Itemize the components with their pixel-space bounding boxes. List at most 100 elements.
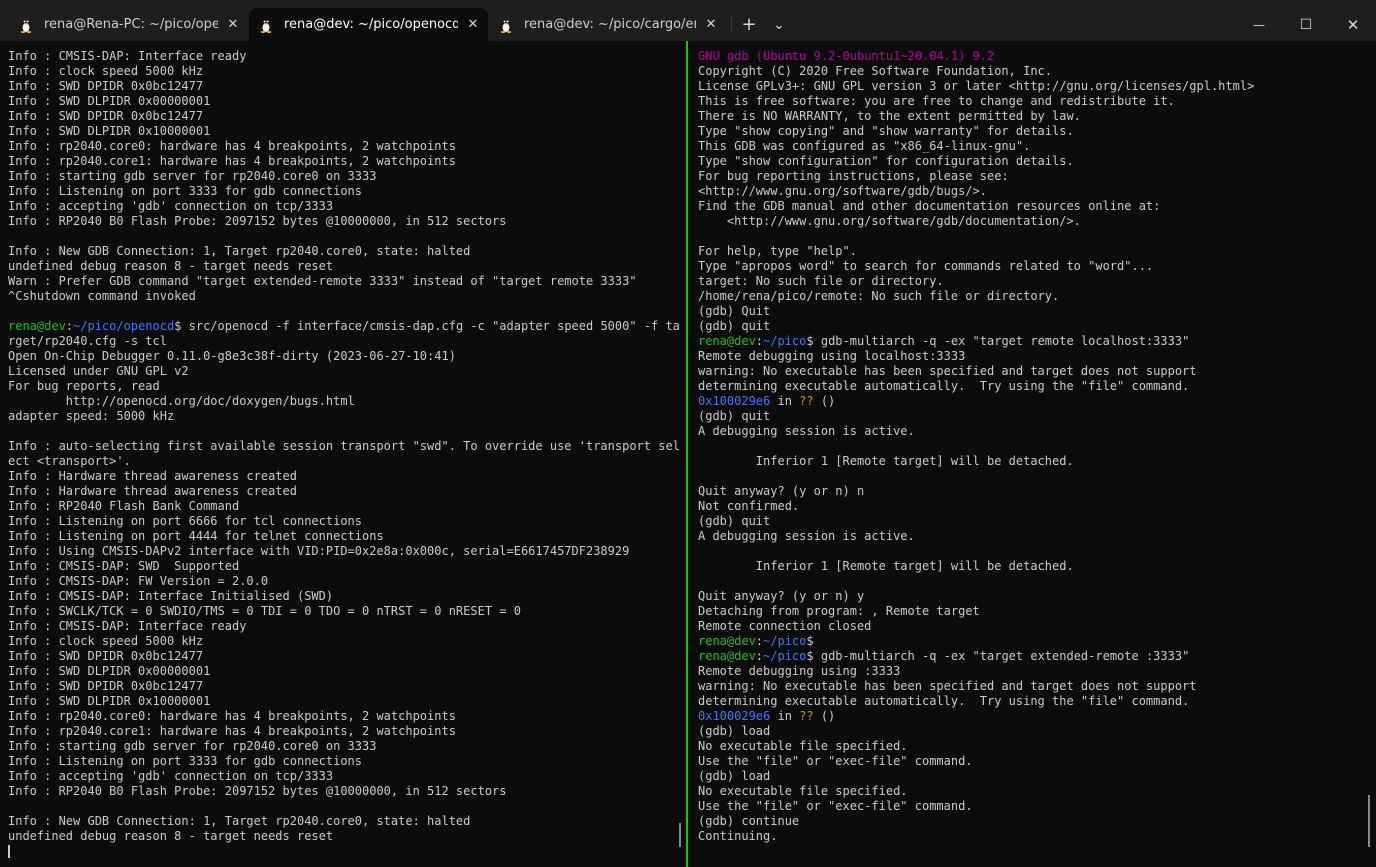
terminal-text: ?? [799, 709, 814, 723]
terminal-line: /home/rena/pico/remote: No such file or … [698, 289, 1376, 304]
terminal-line: Info : SWD DPIDR 0x0bc12477 [8, 109, 684, 124]
terminal-pane-gdb[interactable]: GNU gdb (Ubuntu 9.2-0ubuntu1~20.04.1) 9.… [690, 41, 1376, 867]
minimize-button[interactable]: — [1236, 8, 1282, 41]
terminal-line: Find the GDB manual and other documentat… [698, 199, 1376, 214]
terminal-line: 0x100029e6 in ?? () [698, 394, 1376, 409]
terminal-line: Open On-Chip Debugger 0.11.0-g8e3c38f-di… [8, 349, 684, 364]
terminal-text: ^Cshutdown command invoked [8, 289, 196, 303]
terminal-text: Info : Listening on port 4444 for telnet… [8, 529, 384, 543]
terminal-line: Info : accepting 'gdb' connection on tcp… [8, 199, 684, 214]
terminal-text: (gdb) load [698, 769, 771, 783]
terminal-text: This is free software: you are free to c… [698, 94, 1175, 108]
terminal-text: Open On-Chip Debugger 0.11.0-g8e3c38f-di… [8, 349, 456, 363]
terminal-text: Info : rp2040.core1: hardware has 4 brea… [8, 154, 456, 168]
terminal-text: rget/rp2040.cfg -s tcl [8, 334, 167, 348]
terminal-text: () [813, 709, 836, 723]
terminal-text: rena@dev [698, 649, 756, 663]
terminal-text: Info : CMSIS-DAP: SWD Supported [8, 559, 240, 573]
terminal-text: ?? [799, 394, 814, 408]
terminal-line: 0x100029e6 in ?? () [698, 709, 1376, 724]
terminal-line: Info : SWD DLPIDR 0x00000001 [8, 664, 684, 679]
terminal-line: Inferior 1 [Remote target] will be detac… [698, 454, 1376, 469]
terminal-line: Info : rp2040.core1: hardware has 4 brea… [8, 154, 684, 169]
terminal-line: Info : SWD DLPIDR 0x10000001 [8, 694, 684, 709]
terminal-line: Info : starting gdb server for rp2040.co… [8, 169, 684, 184]
close-window-button[interactable]: ✕ [1330, 8, 1376, 41]
terminal-text: A debugging session is active. [698, 424, 915, 438]
tab-dev-openocd[interactable]: rena@dev: ~/pico/openocd ✕ [249, 8, 488, 41]
terminal-text: in [770, 394, 800, 408]
terminal-line: Info : Listening on port 3333 for gdb co… [8, 754, 684, 769]
terminal-text: Info : SWD DPIDR 0x0bc12477 [8, 679, 204, 693]
terminal-text: undefined debug reason 8 - target needs … [8, 829, 334, 843]
terminal-text: $ gdb-multiarch -q -ex "target extended-… [806, 649, 1190, 663]
terminal-line: Type "apropos word" to search for comman… [698, 259, 1376, 274]
tab-title: rena@Rena-PC: ~/pico/openocd [44, 17, 218, 32]
terminal-pane-openocd[interactable]: Info : CMSIS-DAP: Interface ready Info : … [0, 41, 684, 867]
terminal-text: There is NO WARRANTY, to the extent perm… [698, 109, 1081, 123]
maximize-button[interactable]: ☐ [1283, 8, 1329, 41]
terminal-line: Info : RP2040 Flash Bank Command [8, 499, 684, 514]
terminal-text: ~/pico [763, 634, 807, 648]
terminal-text: Info : New GDB Connection: 1, Target rp2… [8, 814, 471, 828]
terminal-line: This is free software: you are free to c… [698, 94, 1376, 109]
terminal-line: Info : Using CMSIS-DAPv2 interface with … [8, 544, 684, 559]
close-tab-icon[interactable]: ✕ [218, 17, 248, 32]
close-tab-icon[interactable]: ✕ [696, 17, 726, 32]
terminal-text: Info : rp2040.core0: hardware has 4 brea… [8, 139, 456, 153]
terminal-text: 0x100029e6 [698, 709, 771, 723]
terminal-text: : [755, 649, 764, 663]
terminal-line: License GPLv3+: GNU GPL version 3 or lat… [698, 79, 1376, 94]
scrollbar-thumb[interactable] [679, 823, 681, 847]
terminal-text: Quit anyway? (y or n) y [698, 589, 865, 603]
terminal-line: adapter speed: 5000 kHz [8, 409, 684, 424]
terminal-text: GNU gdb (Ubuntu 9.2-0ubuntu1~20.04.1) 9.… [698, 49, 995, 63]
terminal-text: Info : RP2040 B0 Flash Probe: 2097152 by… [8, 784, 507, 798]
terminal-line: Info : rp2040.core0: hardware has 4 brea… [8, 709, 684, 724]
terminal-line: Quit anyway? (y or n) y [698, 589, 1376, 604]
terminal-output[interactable]: Info : CMSIS-DAP: Interface ready Info : … [0, 41, 684, 859]
terminal-text: Use the "file" or "exec-file" command. [698, 754, 973, 768]
terminal-text: warning: No executable has been specifie… [698, 679, 1197, 693]
terminal-line: Info : CMSIS-DAP: Interface ready [8, 619, 684, 634]
terminal-text: Info : accepting 'gdb' connection on tcp… [8, 769, 334, 783]
terminal-line: warning: No executable has been specifie… [698, 679, 1376, 694]
terminal-line: Info : SWCLK/TCK = 0 SWDIO/TMS = 0 TDI =… [8, 604, 684, 619]
terminal-text: Info : SWD DLPIDR 0x10000001 [8, 694, 211, 708]
terminal-text: determining executable automatically. Tr… [698, 379, 1190, 393]
terminal-line: determining executable automatically. Tr… [698, 379, 1376, 394]
terminal-text: Info : CMSIS-DAP: FW Version = 2.0.0 [8, 574, 269, 588]
terminal-line: Copyright (C) 2020 Free Software Foundat… [698, 64, 1376, 79]
tab-dropdown-button[interactable]: ⌄ [766, 8, 792, 41]
terminal-line: Remote debugging using localhost:3333 [698, 349, 1376, 364]
scrollbar-thumb[interactable] [1368, 795, 1370, 847]
terminal-text: Info : clock speed 5000 kHz [8, 64, 204, 78]
terminal-text: () [813, 394, 836, 408]
terminal-line: Info : rp2040.core0: hardware has 4 brea… [8, 139, 684, 154]
terminal-output[interactable]: GNU gdb (Ubuntu 9.2-0ubuntu1~20.04.1) 9.… [690, 41, 1376, 844]
terminal-text: (gdb) quit [698, 319, 771, 333]
tab-dev-embassy[interactable]: rena@dev: ~/pico/cargo/embassy ✕ [489, 8, 726, 41]
terminal-line: A debugging session is active. [698, 529, 1376, 544]
new-tab-button[interactable]: + [736, 8, 762, 41]
terminal-line: http://openocd.org/doc/doxygen/bugs.html [8, 394, 684, 409]
terminal-line: Info : auto-selecting first available se… [8, 439, 684, 454]
tab-rena-pc-openocd[interactable]: rena@Rena-PC: ~/pico/openocd ✕ [0, 8, 248, 41]
terminal-text: Remote debugging using :3333 [698, 664, 901, 678]
terminal-line: For help, type "help". [698, 244, 1376, 259]
terminal-text: Find the GDB manual and other documentat… [698, 199, 1161, 213]
terminal-line: (gdb) load [698, 724, 1376, 739]
tab-title: rena@dev: ~/pico/cargo/embassy [524, 17, 696, 32]
terminal-line: Remote connection closed [698, 619, 1376, 634]
terminal-text: A debugging session is active. [698, 529, 915, 543]
terminal-line: ^Cshutdown command invoked [8, 289, 684, 304]
terminal-text: Info : accepting 'gdb' connection on tcp… [8, 199, 334, 213]
close-tab-icon[interactable]: ✕ [458, 17, 488, 32]
terminal-line: Quit anyway? (y or n) n [698, 484, 1376, 499]
terminal-text: : [755, 634, 764, 648]
